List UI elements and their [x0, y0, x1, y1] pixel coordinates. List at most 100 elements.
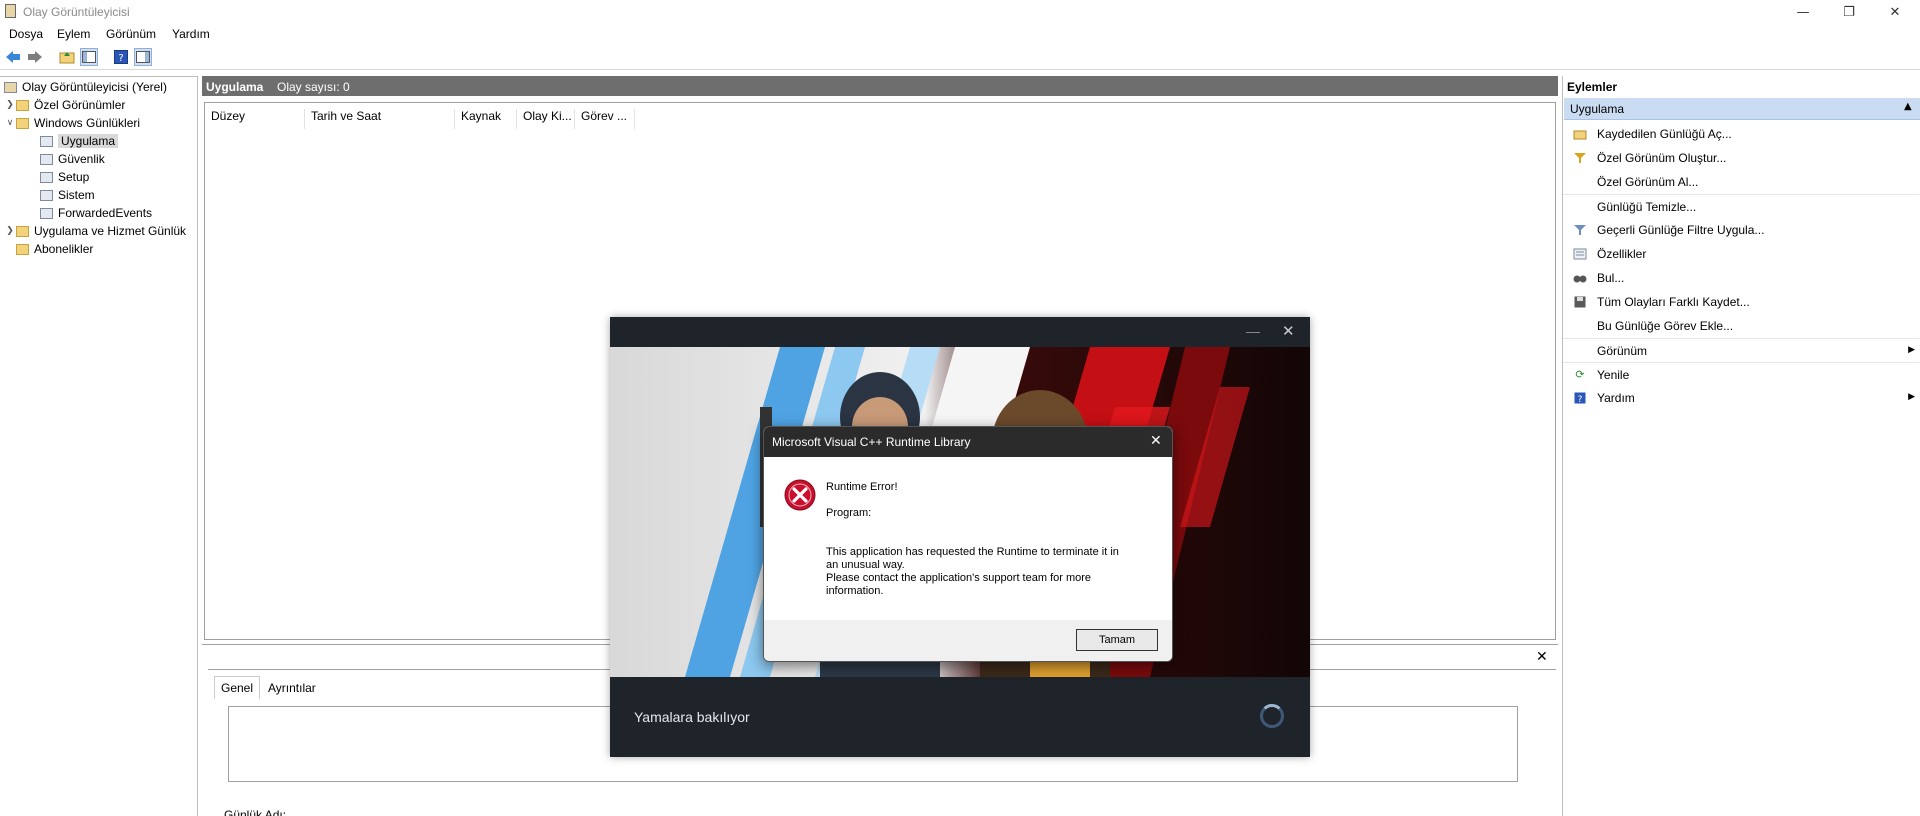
tree-custom-views[interactable]: ❯ Özel Görünümler [4, 96, 196, 114]
log-icon [40, 153, 53, 165]
window-title: Olay Görüntüleyicisi [23, 5, 130, 19]
loading-spinner-icon [1260, 704, 1284, 728]
action-import-custom-view[interactable]: Özel Görünüm Al... [1563, 170, 1919, 194]
action-save-all-events[interactable]: Tüm Olayları Farklı Kaydet... [1563, 290, 1919, 314]
action-filter-current-log[interactable]: Geçerli Günlüğe Filtre Uygula... [1563, 218, 1919, 242]
action-view[interactable]: Görünüm ▶ [1563, 338, 1919, 362]
action-label: Özellikler [1597, 247, 1647, 261]
help-icon: ? [1573, 391, 1587, 405]
runtime-error-dialog: Microsoft Visual C++ Runtime Library ✕ R… [763, 426, 1173, 662]
open-folder-icon [1573, 127, 1587, 141]
tree-subscriptions-label: Abonelikler [34, 242, 94, 256]
folder-icon [16, 99, 29, 111]
action-label: Bu Günlüğe Görev Ekle... [1597, 319, 1734, 333]
action-find[interactable]: Bul... [1563, 266, 1919, 290]
column-task[interactable]: Görev ... [575, 109, 635, 129]
chevron-down-icon[interactable]: ∨ [4, 118, 16, 128]
menu-help[interactable]: Yardım [172, 27, 210, 41]
actions-section-header[interactable]: Uygulama ▲ [1564, 98, 1920, 120]
ok-button[interactable]: Tamam [1076, 629, 1158, 651]
event-viewer-window: Olay Görüntüleyicisi — ❐ ✕ Dosya Eylem G… [0, 0, 1920, 816]
toolbar: ? [0, 46, 1920, 70]
up-folder-icon[interactable] [58, 48, 76, 66]
dialog-close-button[interactable]: ✕ [1150, 433, 1162, 449]
minimize-button[interactable]: — [1780, 0, 1826, 24]
tree-root[interactable]: Olay Görüntüleyicisi (Yerel) [4, 78, 196, 96]
actions-section-label: Uygulama [1570, 102, 1625, 116]
chevron-right-icon[interactable]: ❯ [4, 100, 16, 110]
dialog-title-bar: Microsoft Visual C++ Runtime Library ✕ [764, 427, 1172, 457]
menu-view[interactable]: Görünüm [106, 27, 156, 41]
funnel-icon [1573, 223, 1587, 237]
log-icon [40, 207, 53, 219]
folder-icon [16, 117, 29, 129]
tree-app-service-logs[interactable]: ❯ Uygulama ve Hizmet Günlük [4, 222, 196, 240]
chevron-right-icon[interactable]: ❯ [4, 226, 16, 236]
help-icon[interactable]: ? [112, 48, 130, 66]
log-icon [40, 135, 53, 147]
tree-log-system-label: Sistem [58, 188, 95, 202]
tab-general[interactable]: Genel [214, 676, 261, 699]
dialog-title: Microsoft Visual C++ Runtime Library [772, 435, 971, 449]
column-event-id[interactable]: Olay Ki... [517, 109, 575, 129]
column-source[interactable]: Kaynak [455, 109, 517, 129]
program-label: Program: [826, 507, 872, 519]
event-count: Olay sayısı: 0 [277, 80, 350, 94]
tree-windows-logs[interactable]: ∨ Windows Günlükleri [4, 114, 196, 132]
close-window-button[interactable]: ✕ [1872, 0, 1918, 24]
error-message-line-1: This application has requested the Runti… [826, 546, 1119, 571]
show-hide-actions-icon[interactable] [134, 48, 152, 66]
filter-icon [1573, 151, 1587, 165]
submenu-arrow-icon: ▶ [1908, 392, 1915, 402]
tree-log-application-label: Uygulama [58, 134, 119, 148]
tab-details[interactable]: Ayrıntılar [266, 678, 318, 698]
tree-root-label: Olay Görüntüleyicisi (Yerel) [22, 80, 167, 94]
title-bar: Olay Görüntüleyicisi — ❐ ✕ [0, 0, 1920, 24]
action-open-saved-log[interactable]: Kaydedilen Günlüğü Aç... [1563, 122, 1919, 146]
action-properties[interactable]: Özellikler [1563, 242, 1919, 266]
error-icon [784, 479, 816, 514]
log-name-label: Günlük Adı: [224, 808, 287, 816]
restore-button[interactable]: ❐ [1826, 0, 1872, 24]
tree-log-security[interactable]: Güvenlik [4, 150, 196, 168]
launcher-close-button[interactable]: ✕ [1282, 322, 1295, 340]
tree-log-system[interactable]: Sistem [4, 186, 196, 204]
navigation-tree: Olay Görüntüleyicisi (Yerel) ❯ Özel Görü… [0, 76, 198, 816]
tree-subscriptions[interactable]: Abonelikler [4, 240, 196, 258]
launcher-minimize-button[interactable]: — [1246, 323, 1260, 339]
error-message-line-2: Please contact the application's support… [826, 572, 1092, 597]
column-datetime[interactable]: Tarih ve Saat [305, 109, 455, 129]
collapse-up-icon[interactable]: ▲ [1904, 101, 1912, 112]
show-hide-tree-icon[interactable] [80, 48, 98, 66]
action-label: Yardım [1597, 391, 1635, 405]
action-label: Tüm Olayları Farklı Kaydet... [1597, 295, 1750, 309]
menu-bar: Dosya Eylem Görünüm Yardım [0, 24, 1920, 44]
back-arrow-icon[interactable] [4, 48, 22, 66]
action-help[interactable]: ? Yardım ▶ [1563, 386, 1919, 410]
actions-pane: Eylemler Uygulama ▲ Kaydedilen Günlüğü A… [1562, 76, 1920, 816]
refresh-icon: ⟳ [1575, 368, 1585, 381]
action-refresh[interactable]: ⟳ Yenile [1563, 362, 1919, 386]
forward-arrow-icon[interactable] [26, 48, 44, 66]
tree-log-forwarded[interactable]: ForwardedEvents [4, 204, 196, 222]
action-attach-task[interactable]: Bu Günlüğe Görev Ekle... [1563, 314, 1919, 338]
action-create-custom-view[interactable]: Özel Görünüm Oluştur... [1563, 146, 1919, 170]
tree-windows-logs-label: Windows Günlükleri [34, 116, 141, 130]
error-heading: Runtime Error! [826, 481, 898, 493]
event-viewer-app-icon [5, 4, 16, 18]
folder-icon [16, 243, 29, 255]
action-label: Günlüğü Temizle... [1597, 199, 1697, 214]
launcher-status: Yamalara bakılıyor [634, 709, 750, 725]
action-clear-log[interactable]: Günlüğü Temizle... [1563, 194, 1919, 218]
tree-log-setup[interactable]: Setup [4, 168, 196, 186]
tree-log-setup-label: Setup [58, 170, 90, 184]
menu-file[interactable]: Dosya [9, 27, 43, 41]
action-label: Kaydedilen Günlüğü Aç... [1597, 127, 1732, 141]
action-label: Bul... [1597, 271, 1625, 285]
menu-action[interactable]: Eylem [57, 27, 90, 41]
tree-log-application[interactable]: Uygulama [4, 132, 196, 150]
tree-app-service-logs-label: Uygulama ve Hizmet Günlük [34, 224, 187, 238]
binoculars-icon [1573, 271, 1587, 285]
column-level[interactable]: Düzey [205, 109, 305, 129]
close-details-icon[interactable]: ✕ [1536, 649, 1548, 665]
